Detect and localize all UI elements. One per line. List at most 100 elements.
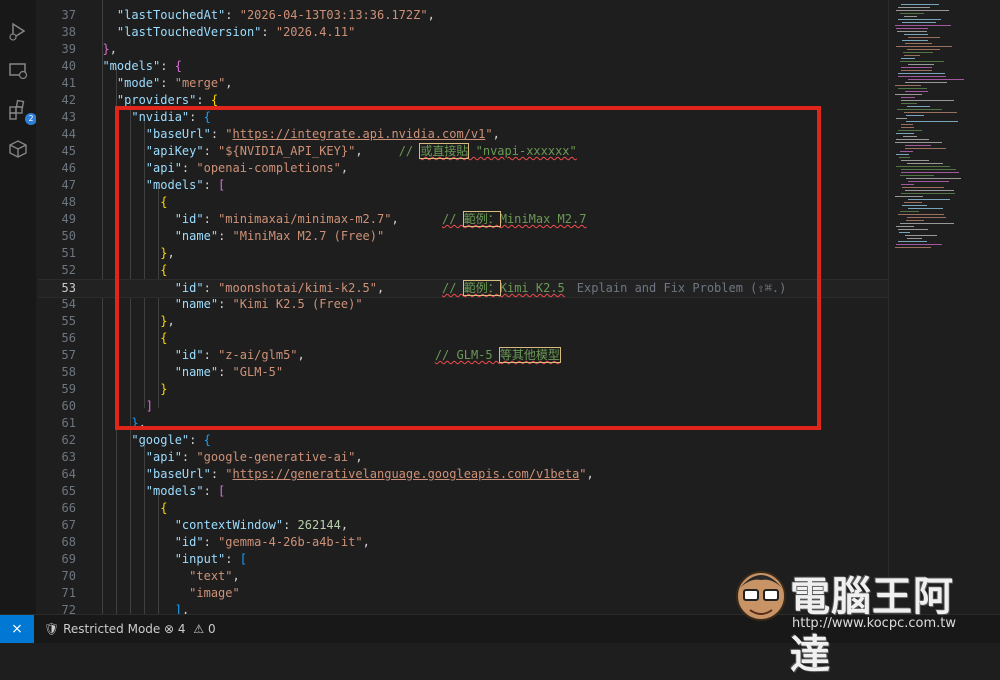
minimap-line bbox=[898, 76, 946, 77]
minimap-line bbox=[901, 70, 932, 71]
minimap-line bbox=[904, 202, 922, 203]
minimap-line bbox=[901, 58, 915, 59]
warning-icon: ⚠ bbox=[193, 622, 205, 636]
error-icon: ⊗ bbox=[164, 622, 175, 636]
minimap-line bbox=[908, 199, 950, 200]
problems-button[interactable]: ⊗ 4 ⚠ 0 bbox=[164, 615, 216, 643]
minimap[interactable] bbox=[888, 0, 1000, 614]
line-number: 40 bbox=[61, 59, 76, 73]
code-line[interactable]: 64 "baseUrl": "https://generativelanguag… bbox=[38, 466, 888, 483]
code-text: "models": { bbox=[88, 58, 181, 75]
code-token: { bbox=[203, 433, 211, 447]
code-line[interactable]: 39 }, bbox=[38, 41, 888, 58]
code-token: : bbox=[160, 76, 175, 90]
code-line[interactable]: 41 "mode": "merge", bbox=[38, 75, 888, 92]
minimap-line bbox=[902, 205, 927, 206]
minimap-line bbox=[900, 151, 913, 152]
minimap-line bbox=[900, 211, 919, 212]
code-token: [ bbox=[218, 484, 226, 498]
code-text: "input": [ bbox=[88, 551, 247, 568]
minimap-line bbox=[901, 184, 914, 185]
code-line[interactable]: 68 "id": "gemma-4-26b-a4b-it", bbox=[38, 534, 888, 551]
line-number: 53 bbox=[61, 281, 76, 295]
minimap-line bbox=[896, 244, 942, 245]
remote-explorer-icon[interactable] bbox=[7, 60, 29, 82]
code-line[interactable]: 67 "contextWindow": 262144, bbox=[38, 517, 888, 534]
minimap-line bbox=[907, 238, 922, 239]
code-line[interactable]: 40 "models": { bbox=[38, 58, 888, 75]
remote-indicator-icon[interactable]: ⨯ bbox=[0, 615, 34, 643]
minimap-line bbox=[904, 112, 957, 113]
package-icon[interactable] bbox=[7, 138, 29, 160]
watermark-url: http://www.kocpc.com.tw bbox=[792, 616, 956, 631]
warning-count: 0 bbox=[207, 622, 216, 636]
line-number: 60 bbox=[61, 399, 76, 413]
minimap-line bbox=[899, 232, 910, 233]
line-number: 47 bbox=[61, 178, 76, 192]
code-token: : bbox=[283, 518, 298, 532]
code-line[interactable]: 38 "lastTouchedVersion": "2026.4.11" bbox=[38, 24, 888, 41]
code-token: "mode" bbox=[116, 76, 161, 90]
line-number: 70 bbox=[61, 569, 76, 583]
minimap-line bbox=[898, 88, 927, 89]
minimap-line bbox=[905, 235, 937, 236]
code-token: , bbox=[232, 569, 240, 583]
code-token: , bbox=[355, 450, 363, 464]
line-number: 62 bbox=[61, 433, 76, 447]
minimap-line bbox=[901, 97, 915, 98]
minimap-line bbox=[906, 220, 924, 221]
code-line[interactable]: 65 "models": [ bbox=[38, 483, 888, 500]
code-line[interactable]: 62 "google": { bbox=[38, 432, 888, 449]
code-token: "lastTouchedAt" bbox=[116, 8, 226, 22]
line-number: 69 bbox=[61, 552, 76, 566]
minimap-line bbox=[905, 43, 932, 44]
minimap-line bbox=[901, 124, 913, 125]
code-token: "input" bbox=[174, 552, 226, 566]
minimap-line bbox=[904, 34, 928, 35]
minimap-line bbox=[896, 133, 914, 134]
code-token: } bbox=[102, 42, 110, 56]
line-number: 61 bbox=[61, 416, 76, 430]
code-token: "gemma-4-26b-a4b-it" bbox=[218, 535, 363, 549]
line-number: 50 bbox=[61, 229, 76, 243]
extensions-icon[interactable]: 2 bbox=[7, 99, 37, 125]
code-line[interactable]: 66 { bbox=[38, 500, 888, 517]
minimap-line bbox=[897, 31, 927, 32]
code-text: }, bbox=[88, 41, 116, 58]
line-number: 41 bbox=[61, 76, 76, 90]
line-number: 63 bbox=[61, 450, 76, 464]
line-number: 64 bbox=[61, 467, 76, 481]
code-token: { bbox=[210, 93, 219, 107]
minimap-line bbox=[906, 178, 961, 179]
minimap-line bbox=[898, 7, 930, 8]
minimap-line bbox=[901, 172, 959, 173]
code-token: : bbox=[160, 59, 175, 73]
code-token: "id" bbox=[174, 535, 204, 549]
minimap-line bbox=[895, 196, 923, 197]
code-line[interactable]: 37 "lastTouchedAt": "2026-04-13T03:13:36… bbox=[38, 7, 888, 24]
code-text: "google": { bbox=[88, 432, 211, 449]
minimap-line bbox=[906, 115, 924, 116]
minimap-line bbox=[901, 67, 932, 68]
restricted-mode-button[interactable]: 🛡 Restricted Mode bbox=[44, 615, 160, 643]
minimap-line bbox=[898, 229, 928, 230]
minimap-line bbox=[908, 37, 940, 38]
code-line[interactable]: 63 "api": "google-generative-ai", bbox=[38, 449, 888, 466]
run-debug-icon[interactable] bbox=[7, 20, 29, 42]
minimap-line bbox=[905, 82, 947, 83]
code-token: "merge" bbox=[174, 76, 226, 90]
code-token: "baseUrl" bbox=[145, 467, 211, 481]
code-token: { bbox=[160, 501, 168, 515]
code-token: : bbox=[196, 93, 211, 107]
code-text: "lastTouchedAt": "2026-04-13T03:13:36.17… bbox=[88, 7, 435, 24]
highlight-annotation-box bbox=[115, 106, 821, 430]
code-token: "models" bbox=[102, 59, 161, 73]
code-text: ], bbox=[88, 602, 189, 614]
